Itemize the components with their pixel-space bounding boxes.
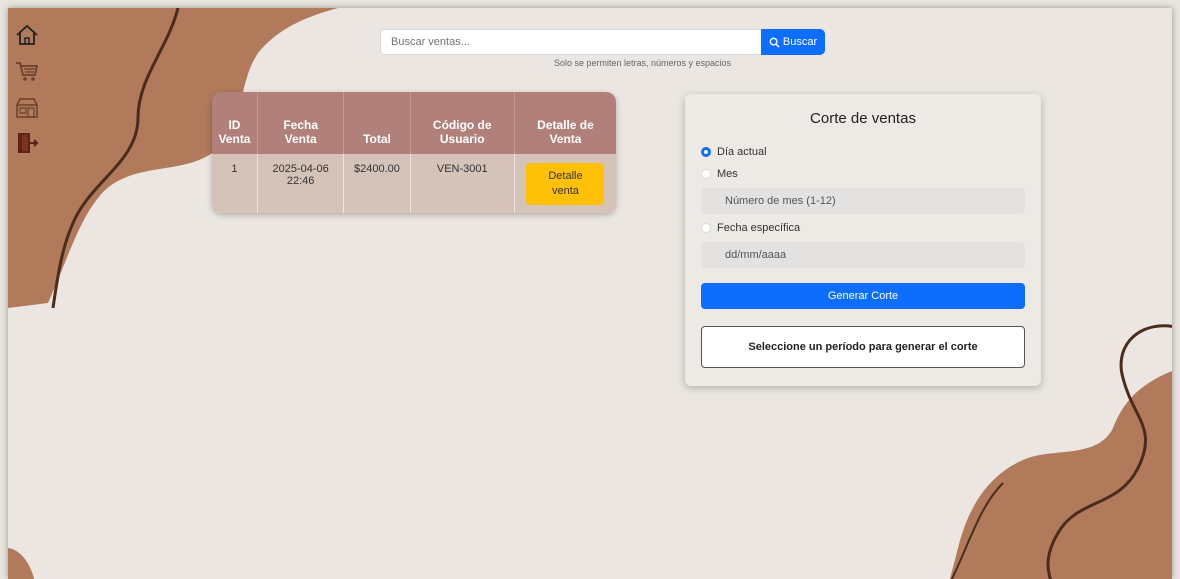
col-fecha: Fecha Venta <box>257 92 345 154</box>
detalle-venta-button[interactable]: Detalle venta <box>526 163 605 205</box>
search-input[interactable] <box>380 29 761 55</box>
page: Buscar Solo se permiten letras, números … <box>8 8 1172 579</box>
radio-dia-actual-control[interactable] <box>701 147 711 157</box>
search-bar: Buscar Solo se permiten letras, números … <box>380 29 825 68</box>
corte-card: Corte de ventas Día actual Mes Número de… <box>685 94 1041 386</box>
col-total: Total <box>343 92 411 154</box>
store-icon[interactable] <box>14 94 40 120</box>
cell-usuario: VEN-3001 <box>410 154 515 213</box>
table-row: 1 2025-04-06 22:46 $2400.00 VEN-3001 Deta… <box>212 154 616 213</box>
cell-total: $2400.00 <box>343 154 411 213</box>
col-id: ID Venta <box>212 92 258 154</box>
cell-detalle: Detalle venta <box>514 154 616 213</box>
logout-icon[interactable] <box>14 130 40 156</box>
radio-fecha-especifica[interactable]: Fecha específica <box>701 222 800 234</box>
fecha-input[interactable]: dd/mm/aaaa <box>701 242 1025 268</box>
mes-input[interactable]: Número de mes (1-12) <box>701 188 1025 214</box>
radio-fecha-control[interactable] <box>701 223 711 233</box>
home-icon[interactable] <box>14 22 40 48</box>
col-detalle: Detalle de Venta <box>514 92 616 154</box>
radio-mes-label: Mes <box>717 168 738 180</box>
sidebar <box>8 16 44 166</box>
generar-corte-button[interactable]: Generar Corte <box>701 283 1025 309</box>
search-hint: Solo se permiten letras, números y espac… <box>553 58 732 68</box>
table-header-row: ID Venta Fecha Venta Total Código de Usuari… <box>212 92 616 154</box>
search-button[interactable]: Buscar <box>761 29 825 55</box>
radio-mes[interactable]: Mes <box>701 168 738 180</box>
radio-mes-control[interactable] <box>701 169 711 179</box>
radio-fecha-label: Fecha específica <box>717 222 801 234</box>
radio-dia-actual-label: Día actual <box>717 146 767 158</box>
corte-title: Corte de ventas <box>810 110 916 127</box>
search-row: Buscar <box>380 29 825 55</box>
corte-message: Seleccione un período para generar el co… <box>701 326 1025 368</box>
sales-table: ID Venta Fecha Venta Total Código de Usuari… <box>212 92 616 213</box>
cart-icon[interactable] <box>14 58 40 84</box>
search-button-label: Buscar <box>782 36 818 48</box>
search-icon <box>769 37 780 48</box>
cell-id: 1 <box>212 154 258 213</box>
bottom-left-blob <box>8 548 35 579</box>
cell-fecha: 2025-04-06 22:46 <box>257 154 345 213</box>
radio-dia-actual[interactable]: Día actual <box>701 146 767 158</box>
col-usuario: Código de Usuario <box>410 92 515 154</box>
